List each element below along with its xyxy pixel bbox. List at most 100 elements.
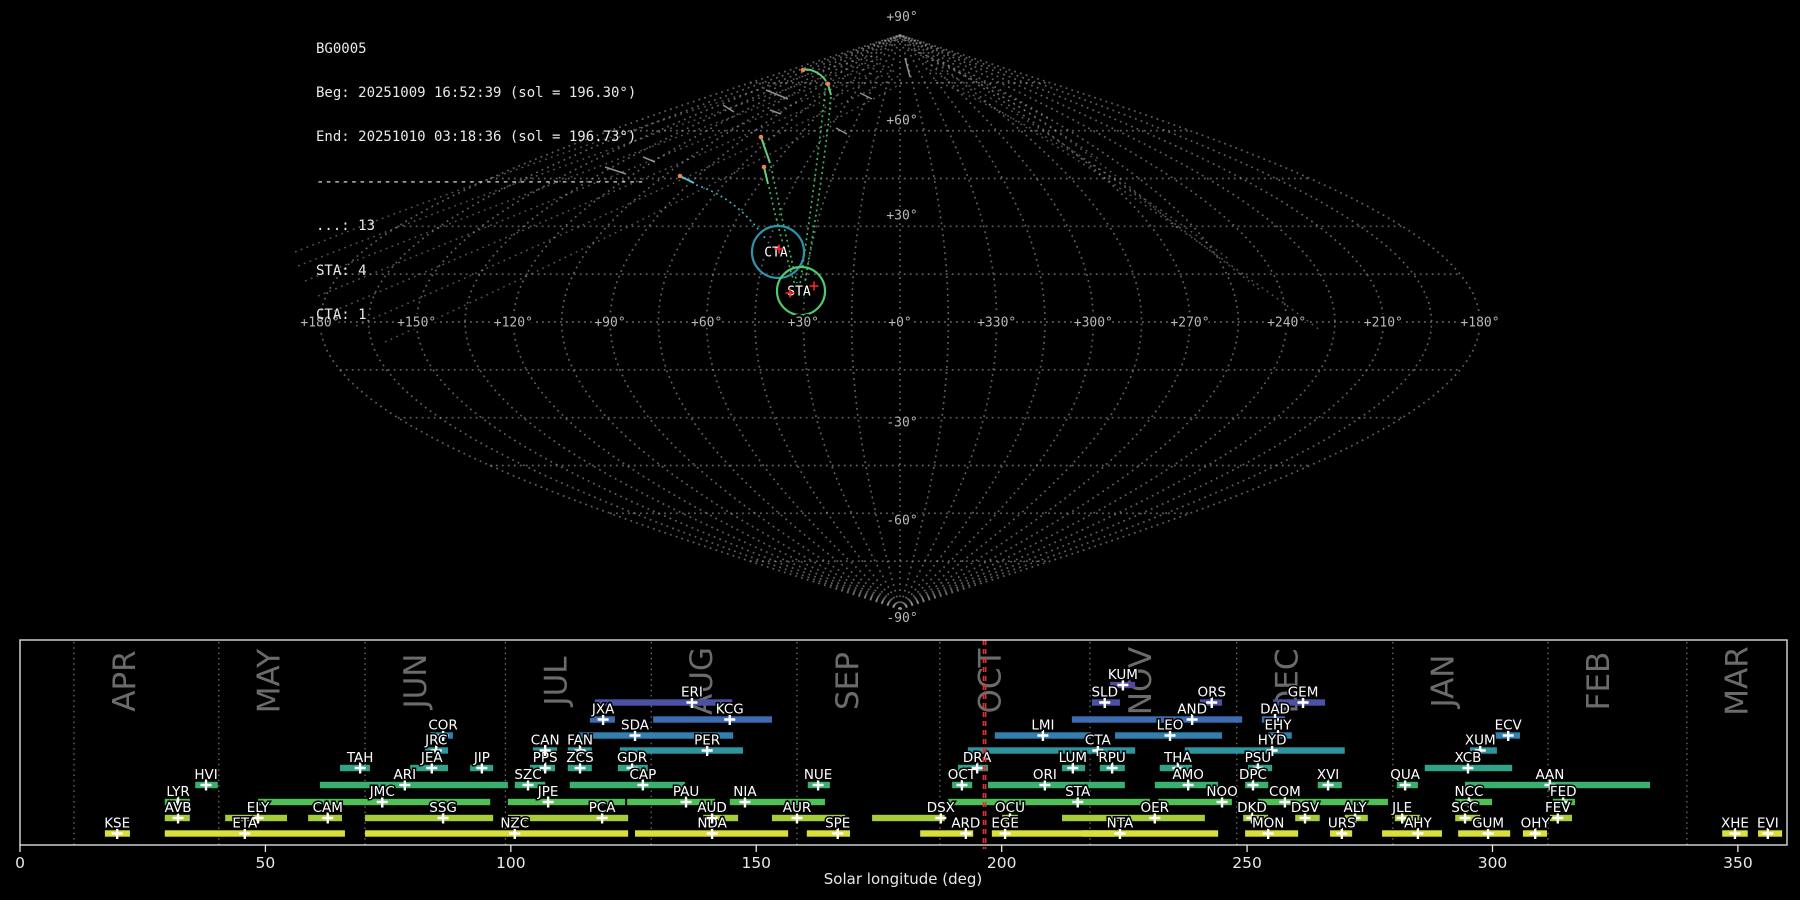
shower-label-LUM: LUM: [1059, 750, 1087, 766]
shower-label-COM: COM: [1269, 784, 1301, 800]
shower-label-AVB: AVB: [165, 800, 192, 816]
shower-label-LMI: LMI: [1031, 718, 1054, 734]
month-label-OCT: OCT: [973, 647, 1009, 713]
shower-label-JRC: JRC: [424, 733, 447, 749]
shower-label-XCB: XCB: [1454, 750, 1481, 766]
shower-label-JLE: JLE: [1391, 800, 1412, 816]
shower-bar-OER: [1062, 814, 1205, 822]
shower-label-SPE: SPE: [825, 816, 850, 832]
shower-label-KCG: KCG: [716, 702, 744, 718]
shower-label-SZC: SZC: [514, 767, 541, 783]
month-label-SEP: SEP: [830, 652, 866, 710]
shower-label-XUM: XUM: [1465, 733, 1496, 749]
shower-label-CAM: CAM: [313, 800, 343, 816]
begin-time-line: Beg: 20251009 16:52:39 (sol = 196.30°): [316, 84, 637, 101]
shower-label-KUM: KUM: [1108, 667, 1138, 683]
shower-label-CTA: CTA: [1085, 733, 1112, 749]
x-axis-tick-label: 50: [256, 854, 276, 872]
shower-label-FAN: FAN: [567, 733, 593, 749]
shower-label-RPU: RPU: [1098, 750, 1125, 766]
shower-label-NTA: NTA: [1107, 816, 1134, 832]
shower-label-JPE: JPE: [537, 784, 559, 800]
shower-label-LEO: LEO: [1157, 718, 1184, 734]
month-label-APR: APR: [107, 650, 143, 711]
shower-label-NIA: NIA: [733, 784, 757, 800]
x-axis-tick-label: 250: [1232, 854, 1262, 872]
x-axis-tick-label: 300: [1478, 854, 1508, 872]
x-axis-tick-label: 350: [1723, 854, 1753, 872]
shower-label-JIP: JIP: [473, 750, 490, 766]
shower-label-GUM: GUM: [1472, 816, 1504, 832]
month-label-JUL: JUL: [538, 656, 574, 708]
shower-label-AHY: AHY: [1404, 816, 1432, 832]
shower-label-OHY: OHY: [1521, 816, 1551, 832]
shower-label-TAH: TAH: [346, 750, 374, 766]
shower-label-PAU: PAU: [673, 784, 699, 800]
shower-label-ALY: ALY: [1343, 800, 1367, 816]
shower-bar-NZC: [365, 830, 629, 837]
shower-label-PER: PER: [694, 733, 720, 749]
shower-label-GEM: GEM: [1288, 685, 1319, 701]
shower-label-SCC: SCC: [1451, 800, 1478, 816]
shower-label-DRA: DRA: [963, 750, 992, 766]
shower-label-HVI: HVI: [194, 767, 217, 783]
shower-label-DSV: DSV: [1291, 800, 1320, 816]
shower-bar-CAP: [569, 781, 686, 789]
shower-label-EVI: EVI: [1757, 816, 1779, 832]
sporadic-count: ...: 13: [316, 218, 376, 235]
shower-label-THA: THA: [1163, 750, 1192, 766]
month-label-FEB: FEB: [1581, 652, 1617, 711]
shower-label-URS: URS: [1328, 816, 1356, 832]
shower-label-OER: OER: [1141, 800, 1170, 816]
shower-label-ELY: ELY: [247, 800, 270, 816]
shower-label-EHY: EHY: [1265, 718, 1293, 734]
shower-label-KSE: KSE: [104, 816, 130, 832]
station-id: BG0005: [316, 40, 367, 57]
shower-label-ARD: ARD: [951, 816, 980, 832]
shower-label-DSX: DSX: [927, 800, 955, 816]
shower-bar-KCG: [653, 716, 772, 723]
shower-label-AND: AND: [1177, 702, 1207, 718]
shower-label-ECV: ECV: [1495, 718, 1523, 734]
shower-label-AUR: AUR: [783, 800, 812, 816]
shower-label-STA: STA: [1065, 784, 1091, 800]
shower-label-SLD: SLD: [1091, 685, 1118, 701]
shower-label-SDA: SDA: [621, 718, 650, 734]
shower-label-ORS: ORS: [1197, 685, 1226, 701]
shower-label-DKD: DKD: [1237, 800, 1267, 816]
shower-label-XHE: XHE: [1721, 816, 1749, 832]
shower-label-JXA: JXA: [591, 702, 615, 718]
x-axis-title: Solar longitude (deg): [824, 870, 982, 888]
shower-label-XVI: XVI: [1317, 767, 1339, 783]
x-axis-tick-label: 100: [496, 854, 526, 872]
shower-label-OCU: OCU: [995, 800, 1025, 816]
shower-label-DPC: DPC: [1239, 767, 1267, 783]
shower-label-HYD: HYD: [1258, 733, 1287, 749]
month-label-JUN: JUN: [398, 653, 434, 710]
x-axis-tick-label: 150: [741, 854, 771, 872]
shower-label-ZCS: ZCS: [566, 750, 593, 766]
cta-count: CTA: 1: [316, 306, 367, 323]
shower-label-AUD: AUD: [697, 800, 727, 816]
shower-label-PSU: PSU: [1245, 750, 1272, 766]
shower-label-JMC: JMC: [369, 784, 395, 800]
shower-label-DAD: DAD: [1260, 702, 1290, 718]
shower-label-SSG: SSG: [429, 800, 457, 816]
shower-label-NZC: NZC: [500, 816, 529, 832]
shower-label-LYR: LYR: [166, 784, 189, 800]
shower-label-AMO: AMO: [1172, 767, 1204, 783]
shower-label-FED: FED: [1550, 784, 1577, 800]
shower-label-MON: MON: [1252, 816, 1284, 832]
sta-count: STA: 4: [316, 262, 367, 279]
activity-timeline-chart: APR MAY JUN JUL AUG SEP OCT NOV DEC JAN FEB MARKSEH…: [15, 639, 1788, 888]
shower-label-FEV: FEV: [1545, 800, 1571, 816]
shower-label-GDR: GDR: [617, 750, 647, 766]
x-axis-tick-label: 0: [15, 854, 25, 872]
x-axis-tick-label: 200: [987, 854, 1017, 872]
end-time-line: End: 20251010 03:18:36 (sol = 196.73°): [316, 129, 637, 146]
header-info: BG0005 Beg: 20251009 16:52:39 (sol = 196…: [316, 12, 645, 338]
shower-label-AAN: AAN: [1535, 767, 1564, 783]
shower-label-ERI: ERI: [681, 685, 703, 701]
shower-label-OCT: OCT: [948, 767, 977, 783]
shower-label-QUA: QUA: [1390, 767, 1421, 783]
